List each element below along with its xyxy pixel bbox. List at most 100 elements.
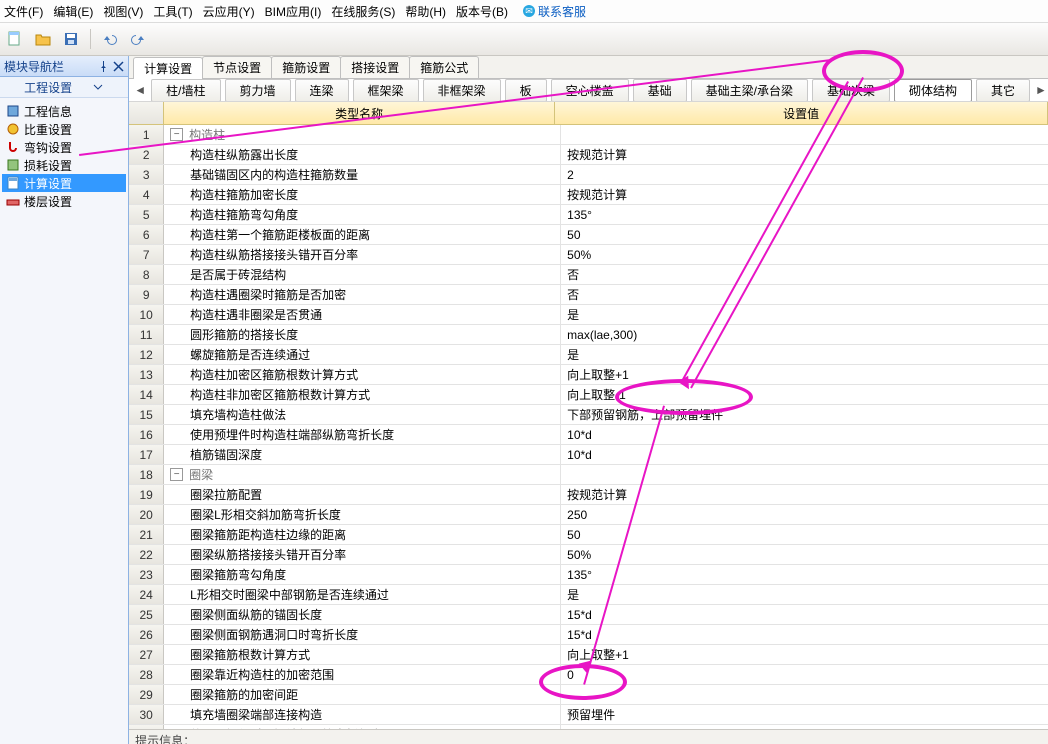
table-row[interactable]: 8是否属于砖混结构否 (129, 265, 1048, 285)
subtab-3[interactable]: 框架梁 (353, 79, 419, 102)
nav-subtitle[interactable]: 工程设置 (0, 77, 128, 98)
row-value[interactable]: 否 (561, 285, 1048, 304)
table-row[interactable]: 21圈梁箍筋距构造柱边缘的距离50 (129, 525, 1048, 545)
table-row[interactable]: 7构造柱纵筋搭接接头错开百分率50% (129, 245, 1048, 265)
table-row[interactable]: 13构造柱加密区箍筋根数计算方式向上取整+1 (129, 365, 1048, 385)
table-row[interactable]: 17植筋锚固深度10*d (129, 445, 1048, 465)
row-value[interactable]: 向上取整+1 (561, 365, 1048, 384)
subtab-10[interactable]: 砌体结构 (894, 79, 972, 102)
row-value[interactable]: 0 (561, 665, 1048, 684)
table-row[interactable]: 28圈梁靠近构造柱的加密范围0 (129, 665, 1048, 685)
row-value[interactable]: 2 (561, 165, 1048, 184)
nav-item-calc[interactable]: 计算设置 (2, 174, 126, 192)
row-value[interactable]: 15*d (561, 605, 1048, 624)
menu-file[interactable]: 文件(F) (4, 3, 43, 20)
scroll-right-icon[interactable]: ► (1034, 81, 1048, 99)
undo-button[interactable] (99, 28, 121, 50)
subtab-4[interactable]: 非框架梁 (423, 79, 501, 102)
redo-button[interactable] (127, 28, 149, 50)
row-value[interactable]: 50 (561, 525, 1048, 544)
nav-item-floor[interactable]: 楼层设置 (2, 192, 126, 210)
row-value[interactable]: 预留埋件 (561, 705, 1048, 724)
menu-bim[interactable]: BIM应用(I) (265, 3, 322, 20)
table-row[interactable]: 26圈梁侧面钢筋遇洞口时弯折长度15*d (129, 625, 1048, 645)
table-row[interactable]: 3基础锚固区内的构造柱箍筋数量2 (129, 165, 1048, 185)
table-row[interactable]: 20圈梁L形相交斜加筋弯折长度250 (129, 505, 1048, 525)
table-row[interactable]: 23圈梁箍筋弯勾角度135° (129, 565, 1048, 585)
subtab-9[interactable]: 基础次梁 (812, 79, 890, 102)
table-row[interactable]: 5构造柱箍筋弯勾角度135° (129, 205, 1048, 225)
open-button[interactable] (32, 28, 54, 50)
table-row[interactable]: 6构造柱第一个箍筋距楼板面的距离50 (129, 225, 1048, 245)
table-row[interactable]: 25圈梁侧面纵筋的锚固长度15*d (129, 605, 1048, 625)
row-value[interactable]: 135° (561, 205, 1048, 224)
tab-0[interactable]: 计算设置 (133, 57, 203, 79)
table-row[interactable]: 19圈梁拉筋配置按规范计算 (129, 485, 1048, 505)
subtab-1[interactable]: 剪力墙 (225, 79, 291, 102)
subtab-0[interactable]: 柱/墙柱 (151, 79, 220, 102)
menu-help[interactable]: 帮助(H) (405, 3, 446, 20)
menu-view[interactable]: 视图(V) (103, 3, 143, 20)
menu-edit[interactable]: 编辑(E) (53, 3, 93, 20)
tab-1[interactable]: 节点设置 (202, 56, 272, 78)
table-row[interactable]: 29圈梁箍筋的加密间距 (129, 685, 1048, 705)
menu-ver[interactable]: 版本号(B) (456, 3, 508, 20)
scroll-left-icon[interactable]: ◄ (133, 81, 147, 99)
row-value[interactable]: 250 (561, 505, 1048, 524)
row-value[interactable] (561, 465, 1048, 484)
row-value[interactable]: 是 (561, 585, 1048, 604)
row-value[interactable]: 10*d (561, 445, 1048, 464)
new-button[interactable] (4, 28, 26, 50)
save-button[interactable] (60, 28, 82, 50)
table-row[interactable]: 15填充墙构造柱做法下部预留钢筋，上部预留埋件 (129, 405, 1048, 425)
row-value[interactable]: 否 (561, 265, 1048, 284)
nav-item-weight[interactable]: 比重设置 (2, 120, 126, 138)
table-row[interactable]: 1−构造柱 (129, 125, 1048, 145)
table-row[interactable]: 11圆形箍筋的搭接长度max(lae,300) (129, 325, 1048, 345)
row-value[interactable]: 按规范计算 (561, 145, 1048, 164)
tab-4[interactable]: 箍筋公式 (409, 56, 479, 78)
table-row[interactable]: 27圈梁箍筋根数计算方式向上取整+1 (129, 645, 1048, 665)
row-value[interactable]: 是 (561, 305, 1048, 324)
row-value[interactable]: 50 (561, 225, 1048, 244)
subtab-2[interactable]: 连梁 (295, 79, 349, 102)
grid-body[interactable]: 1−构造柱2构造柱纵筋露出长度按规范计算3基础锚固区内的构造柱箍筋数量24构造柱… (129, 125, 1048, 729)
row-value[interactable]: max(lae,300) (561, 325, 1048, 344)
tab-2[interactable]: 箍筋设置 (271, 56, 341, 78)
tab-3[interactable]: 搭接设置 (340, 56, 410, 78)
pin-icon[interactable] (98, 61, 109, 72)
subtab-6[interactable]: 空心楼盖 (551, 79, 629, 102)
table-row[interactable]: 4构造柱箍筋加密长度按规范计算 (129, 185, 1048, 205)
nav-item-loss[interactable]: 损耗设置 (2, 156, 126, 174)
row-value[interactable] (561, 125, 1048, 144)
table-row[interactable]: 14构造柱非加密区箍筋根数计算方式向上取整-1 (129, 385, 1048, 405)
nav-item-hook[interactable]: 弯钩设置 (2, 138, 126, 156)
menu-cloud[interactable]: 云应用(Y) (203, 3, 255, 20)
row-value[interactable]: 下部预留钢筋，上部预留埋件 (561, 405, 1048, 424)
row-value[interactable]: 15*d (561, 625, 1048, 644)
table-row[interactable]: 10构造柱遇非圈梁是否贯通是 (129, 305, 1048, 325)
subtab-5[interactable]: 板 (505, 79, 547, 102)
row-value[interactable]: 135° (561, 565, 1048, 584)
close-icon[interactable] (113, 61, 124, 72)
nav-item-info[interactable]: 工程信息 (2, 102, 126, 120)
table-row[interactable]: 22圈梁纵筋搭接接头错开百分率50% (129, 545, 1048, 565)
contact-support-link[interactable]: ✉ 联系客服 (522, 3, 596, 20)
row-value[interactable]: 向上取整-1 (561, 385, 1048, 404)
row-value[interactable]: 50% (561, 245, 1048, 264)
row-value[interactable]: 向上取整+1 (561, 645, 1048, 664)
table-row[interactable]: 12螺旋箍筋是否连续通过是 (129, 345, 1048, 365)
table-row[interactable]: 24L形相交时圈梁中部钢筋是否连续通过是 (129, 585, 1048, 605)
row-value[interactable] (561, 685, 1048, 704)
subtab-8[interactable]: 基础主梁/承台梁 (691, 79, 808, 102)
row-value[interactable]: 是 (561, 345, 1048, 364)
subtab-11[interactable]: 其它 (976, 79, 1030, 102)
row-value[interactable]: 按规范计算 (561, 485, 1048, 504)
row-value[interactable]: 10*d (561, 425, 1048, 444)
row-value[interactable]: 按规范计算 (561, 185, 1048, 204)
collapse-icon[interactable]: − (170, 128, 183, 141)
row-value[interactable]: 50% (561, 545, 1048, 564)
table-row[interactable]: 2构造柱纵筋露出长度按规范计算 (129, 145, 1048, 165)
table-row[interactable]: 30填充墙圈梁端部连接构造预留埋件 (129, 705, 1048, 725)
menu-tool[interactable]: 工具(T) (153, 3, 192, 20)
